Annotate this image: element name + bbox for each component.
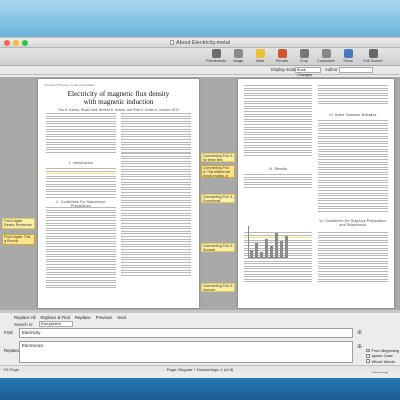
figure-bar-chart: [248, 226, 288, 258]
margin-note[interactable]: Find it Again: Electric Recherche kind o…: [2, 218, 35, 229]
find-clear-icon[interactable]: ⊕: [357, 329, 365, 337]
tool-customize[interactable]: Customize: [315, 49, 337, 63]
paper-title-line: Electricity of magnetic flux density: [67, 90, 170, 98]
tool-note[interactable]: Note: [249, 49, 271, 63]
paper-authors: Vinc R. Kahlus, Redco Arbil, Bernold R. …: [58, 108, 179, 112]
window-title: About Electricity.metal: [169, 39, 230, 46]
display-options-bar: Display mode: Book Changes Author: [0, 66, 400, 77]
minimize-window-button[interactable]: [13, 40, 19, 46]
body-text-column: [244, 85, 312, 158]
chart-bar: [260, 251, 263, 257]
pencils-icon: [277, 49, 287, 58]
tool-label: Pencils: [275, 59, 289, 63]
mistakes-text: [318, 120, 388, 213]
tool-crop[interactable]: Crop: [293, 49, 315, 63]
close-window-button[interactable]: [4, 40, 10, 46]
search-in-select[interactable]: Everywhere: [39, 321, 73, 327]
zoom-control[interactable]: Fit Page: [4, 367, 19, 372]
app-window: About Electricity.metal PreviewInfo Imag…: [0, 37, 400, 379]
body-text-column: [121, 113, 191, 155]
display-mode-select[interactable]: Book Changes: [295, 67, 321, 77]
replace-clear-icon[interactable]: ⊕: [357, 343, 365, 351]
pdf-page-right[interactable]: III. Results IV. Some Common Mistakes VI…: [238, 79, 394, 308]
tool-show[interactable]: Show: [337, 49, 359, 63]
window-title-text: About Electricity.metal: [175, 39, 230, 46]
next-button[interactable]: Next: [117, 315, 126, 320]
note-icon: [255, 49, 265, 58]
tool-label: Full Screen: [363, 59, 383, 63]
document-icon: [169, 40, 174, 45]
desktop-background-bottom: [0, 378, 400, 400]
tool-pencils[interactable]: Pencils: [271, 49, 293, 63]
title-bar: About Electricity.metal: [0, 38, 400, 48]
window-controls: [4, 40, 28, 46]
checkbox[interactable]: [366, 359, 370, 363]
chart-bar: [250, 250, 253, 257]
display-mode-label: Display mode:: [271, 67, 298, 72]
tool-label: Crop: [299, 59, 309, 63]
preview-info-icon: [211, 49, 221, 58]
graphics-text: [318, 232, 388, 284]
replace-button[interactable]: Replace: [75, 315, 91, 320]
status-info: Page: Regular + Numberings: 1 (of 8): [166, 367, 234, 372]
desktop-background-top: [0, 0, 400, 36]
toolbar: PreviewInfo Image Note Pencils Crop Cust…: [0, 48, 400, 66]
replace-all-button[interactable]: Replace All: [14, 315, 36, 320]
crop-icon: [299, 49, 309, 58]
chart-bar: [270, 245, 273, 257]
chart-bar: [280, 241, 283, 257]
chart-bar: [265, 238, 268, 257]
tool-label: Show: [343, 59, 353, 63]
intro-text: [46, 168, 116, 199]
results-text: [244, 174, 312, 190]
margin-note[interactable]: Find it Again: This is Electric Recherch…: [2, 234, 35, 245]
abstract-text: [46, 113, 116, 155]
status-bar: Page: Regular + Numberings: 1 (of 8) Fit…: [0, 365, 400, 372]
tool-preview-info[interactable]: PreviewInfo: [205, 49, 227, 63]
zoom-window-button[interactable]: [22, 40, 28, 46]
author-label: Author: [325, 67, 338, 72]
margin-note[interactable]: Commenting Prof. A Approve: [201, 283, 235, 292]
guidelines-text: [46, 207, 116, 290]
margin-note[interactable]: Commenting Prof. A Suggest: [201, 243, 235, 252]
body-text-column: [318, 85, 388, 106]
paper-title: Electricity of magnetic flux density wit…: [38, 90, 199, 106]
fullscreen-icon: [368, 49, 378, 58]
replace-and-find-button[interactable]: Replace & Find: [41, 315, 70, 320]
author-select[interactable]: [339, 67, 373, 73]
chart-bar: [275, 233, 278, 257]
pdf-view[interactable]: Journal of Physics: Condensed Matter Ele…: [0, 77, 400, 310]
section-heading: III. Results: [268, 167, 288, 171]
find-field[interactable]: Electricity: [19, 328, 353, 338]
margin-note[interactable]: Commenting Prof. A for these files: [201, 153, 235, 162]
replace-field[interactable]: Electronics: [19, 341, 353, 363]
page-header: Journal of Physics: Condensed Matter: [44, 83, 95, 87]
chart-bar: [285, 236, 288, 257]
paper-title-line: with magnetic induction: [83, 98, 154, 106]
section-heading: IV. Some Common Mistakes: [329, 113, 377, 117]
show-icon: [343, 49, 353, 58]
tool-label: PreviewInfo: [206, 59, 226, 63]
checkbox[interactable]: [366, 348, 370, 353]
section-heading: VI. Guidelines for Graphics Preparation …: [319, 219, 387, 227]
search-in-label: Search in:: [14, 322, 34, 327]
tool-label: Customize: [317, 59, 335, 63]
previous-button[interactable]: Previous: [96, 315, 113, 320]
chart-bar: [255, 242, 258, 257]
section-heading: I. Introduction: [69, 161, 93, 165]
customize-icon: [321, 49, 331, 58]
tool-label: Image: [232, 59, 244, 63]
margin-note[interactable]: Commenting Prof. A Exceptional: [201, 194, 235, 203]
body-text-column: [121, 153, 191, 278]
pdf-page-left[interactable]: Journal of Physics: Condensed Matter Ele…: [38, 79, 199, 308]
tool-label: Note: [255, 59, 265, 63]
margin-note[interactable]: Commenting Prof. A: This reflects the le…: [201, 165, 235, 178]
tool-full-screen[interactable]: Full Screen: [362, 49, 384, 63]
find-button-row: Replace All Replace & Find Replace Previ…: [14, 315, 126, 320]
find-label: Find:: [4, 330, 14, 335]
tool-image[interactable]: Image: [227, 49, 249, 63]
image-icon: [233, 49, 243, 58]
checkbox[interactable]: [366, 354, 370, 358]
